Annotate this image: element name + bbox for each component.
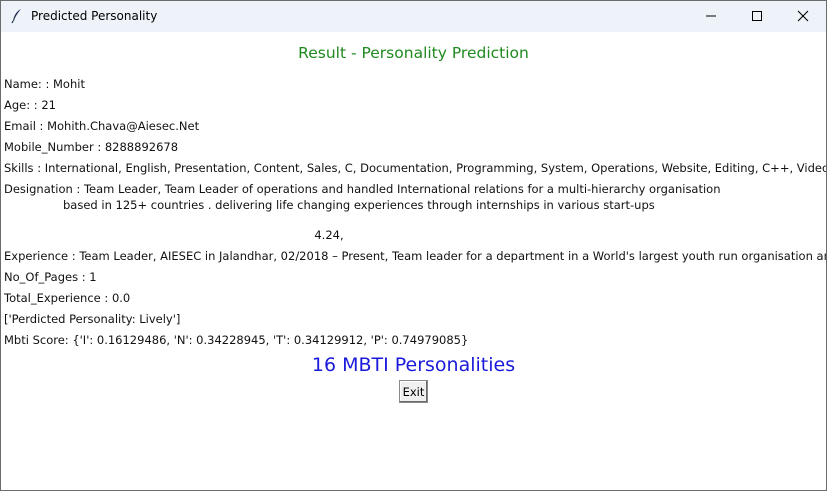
mbti-score-label: Mbti Score: [4,333,69,347]
close-button[interactable] [780,1,826,32]
feather-icon [10,8,24,24]
mobile-label: Mobile_Number : [4,140,102,154]
window-title: Predicted Personality [31,9,158,23]
skills-row: Skills : International, English, Present… [4,161,827,175]
page-title: Result - Personality Prediction [298,44,529,62]
designation-label: Designation : [4,182,81,196]
close-icon [797,10,809,22]
maximize-button[interactable] [734,1,780,32]
pages-label: No_Of_Pages : [4,270,86,284]
mbti-personalities-title: 16 MBTI Personalities [311,354,516,376]
maximize-icon [752,11,762,21]
pages-value: 1 [89,270,97,284]
mbti-score-row: Mbti Score: {'I': 0.16129486, 'N': 0.342… [4,333,468,347]
designation-value: Team Leader, Team Leader of operations a… [83,182,721,196]
designation-row: Designation : Team Leader, Team Leader o… [4,182,721,196]
skills-label: Skills : [4,161,42,175]
total-experience-label: Total_Experience : [4,291,109,305]
mobile-row: Mobile_Number : 8288892678 [4,140,178,154]
name-row: Name: : Mohit [4,77,85,91]
pages-row: No_Of_Pages : 1 [4,270,97,284]
result-panel: Result - Personality Prediction Name: : … [1,32,826,490]
experience-row: Experience : Team Leader, AIESEC in Jala… [4,249,826,263]
name-label: Name: : [4,77,50,91]
age-row: Age: : 21 [4,98,56,112]
mobile-value: 8288892678 [104,140,179,154]
exit-button[interactable]: Exit [399,380,428,403]
skills-value: International, English, Presentation, Co… [44,161,827,175]
title-bar[interactable]: Predicted Personality [1,1,826,32]
mbti-score-value: {'I': 0.16129486, 'N': 0.34228945, 'T': … [72,333,469,347]
experience-label: Experience : [4,249,76,263]
designation-value-tail: 4.24, [314,228,344,242]
app-window: Predicted Personality Result - Personali… [0,0,827,491]
minimize-button[interactable] [688,1,734,32]
email-value: Mohith.Chava@Aiesec.Net [47,119,200,133]
email-label: Email : [4,119,44,133]
email-row: Email : Mohith.Chava@Aiesec.Net [4,119,199,133]
name-value: Mohit [53,77,85,91]
age-value: 21 [41,98,56,112]
predicted-personality: ['Perdicted Personality: Lively'] [4,312,181,326]
designation-value-continued: based in 125+ countries . delivering lif… [63,198,655,212]
minimize-icon [706,15,716,17]
total-experience-row: Total_Experience : 0.0 [4,291,130,305]
total-experience-value: 0.0 [111,291,131,305]
experience-value: Team Leader, AIESEC in Jalandhar, 02/201… [79,249,826,263]
age-label: Age: : [4,98,38,112]
